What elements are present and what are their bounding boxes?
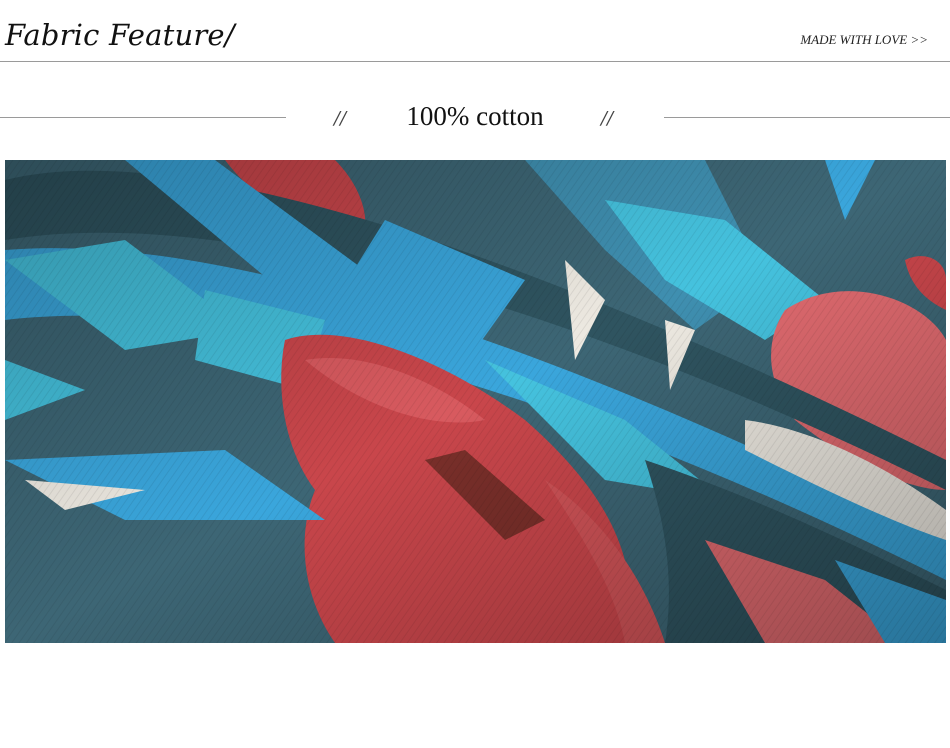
divider-left <box>0 117 286 118</box>
slash-decoration-left: // <box>334 108 347 129</box>
page-title: Fabric Feature/ <box>5 18 235 52</box>
slash-decoration-right: // <box>601 108 614 129</box>
header-divider <box>0 61 950 62</box>
fabric-closeup-image <box>5 160 946 643</box>
header-tagline: MADE WITH LOVE >> <box>800 32 928 47</box>
divider-right <box>664 117 950 118</box>
